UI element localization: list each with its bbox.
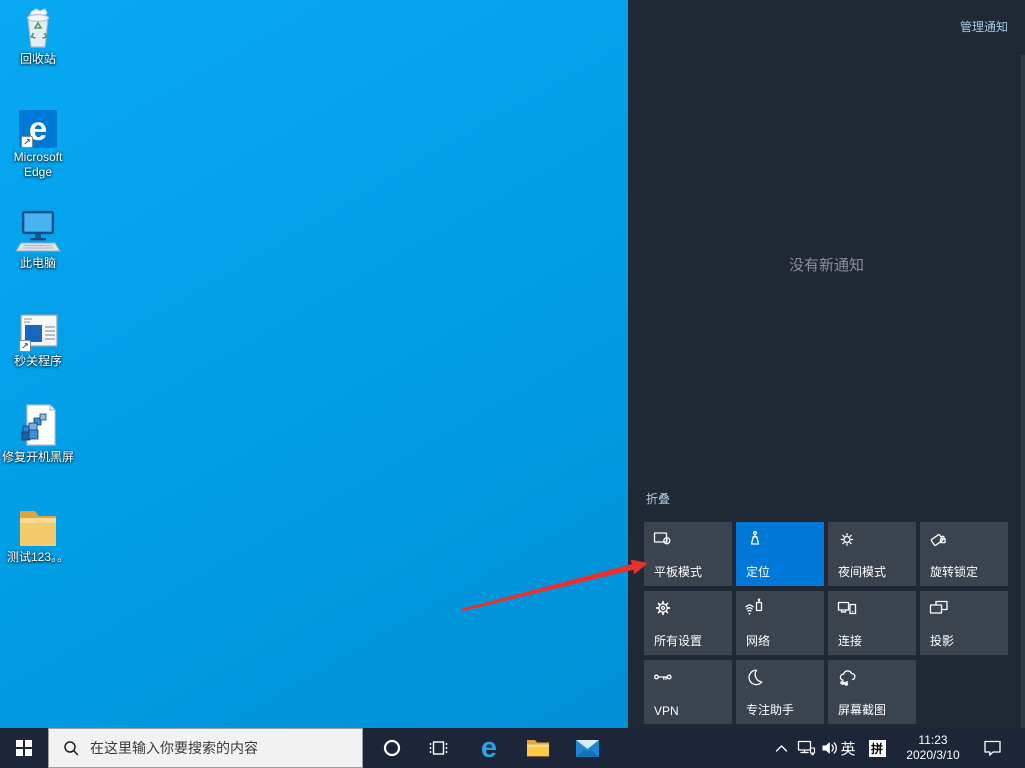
tray-expand-button[interactable] xyxy=(770,728,792,768)
project-icon xyxy=(929,598,949,623)
app-window-icon: ↗ xyxy=(17,306,59,352)
mail-icon xyxy=(576,740,599,757)
clock-time: 11:23 xyxy=(918,733,947,748)
clock[interactable]: 11:23 2020/3/10 xyxy=(894,728,972,768)
network-icon xyxy=(745,598,765,623)
shortcut-arrow-icon: ↗ xyxy=(19,340,31,352)
quick-action-label: 夜间模式 xyxy=(838,563,886,580)
desktop-icon-folder[interactable]: 测试123。。 xyxy=(0,502,76,565)
manage-notifications-link[interactable]: 管理通知 xyxy=(960,18,1008,35)
collapse-link[interactable]: 折叠 xyxy=(646,490,670,507)
desktop-icon-registry-file[interactable]: 修复开机黑屏 xyxy=(0,402,76,465)
quick-action-label: 网络 xyxy=(746,632,770,649)
desktop-icon-label: 测试123。。 xyxy=(7,550,69,565)
file-explorer-button[interactable] xyxy=(516,728,560,768)
quick-action-label: 专注助手 xyxy=(746,701,794,718)
edge-icon: e ↗ xyxy=(19,102,57,148)
quick-action-network[interactable]: 网络 xyxy=(736,591,824,655)
quick-action-night-light[interactable]: 夜间模式 xyxy=(828,522,916,586)
screen-snip-icon xyxy=(837,667,857,692)
start-button[interactable] xyxy=(0,728,48,768)
tablet-mode-icon xyxy=(653,529,673,554)
quick-action-connect[interactable]: 连接 xyxy=(828,591,916,655)
quick-action-label: 投影 xyxy=(930,632,954,649)
desktop-icon-label: 修复开机黑屏 xyxy=(2,450,74,465)
annotation-arrow xyxy=(430,545,660,625)
ime-language-button[interactable]: 英 xyxy=(836,728,860,768)
vpn-icon xyxy=(653,667,673,692)
quick-action-label: 定位 xyxy=(746,563,770,580)
mail-button[interactable] xyxy=(565,728,609,768)
cortana-button[interactable] xyxy=(371,728,413,768)
settings-icon xyxy=(653,598,673,623)
chevron-up-icon xyxy=(775,744,788,753)
quick-action-label: 旋转锁定 xyxy=(930,563,978,580)
search-icon xyxy=(63,740,80,757)
search-input[interactable] xyxy=(90,740,340,756)
rotation-lock-icon xyxy=(929,529,949,554)
quick-action-rotation-lock[interactable]: 旋转锁定 xyxy=(920,522,1008,586)
task-view-button[interactable] xyxy=(418,728,460,768)
connect-icon xyxy=(837,598,857,623)
quick-action-screen-snip[interactable]: 屏幕截图 xyxy=(828,660,916,724)
no-notifications-text: 没有新通知 xyxy=(628,254,1025,275)
desktop-icon-label: Microsoft Edge xyxy=(0,150,76,180)
quick-action-all-settings[interactable]: 所有设置 xyxy=(644,591,732,655)
taskbar-search[interactable] xyxy=(48,728,363,768)
desktop-icon-this-pc[interactable]: 此电脑 xyxy=(0,208,76,271)
cortana-icon xyxy=(382,738,402,758)
desktop: 回收站 e ↗ Microsoft Edge 此电脑 xyxy=(0,0,1025,768)
desktop-icon-label: 此电脑 xyxy=(20,256,56,271)
recycle-bin-icon xyxy=(18,4,58,50)
shortcut-arrow-icon: ↗ xyxy=(21,136,33,148)
file-explorer-icon xyxy=(526,738,550,758)
edge-taskbar-button[interactable]: e xyxy=(467,728,511,768)
network-status-icon xyxy=(797,740,816,756)
quick-action-tablet-mode[interactable]: 平板模式 xyxy=(644,522,732,586)
quick-action-label: VPN xyxy=(654,704,679,718)
desktop-icon-label: 秒关程序 xyxy=(14,354,62,369)
desktop-icon-label: 回收站 xyxy=(20,52,56,67)
desktop-icon-recycle-bin[interactable]: 回收站 xyxy=(0,4,76,67)
quick-action-location[interactable]: 定位 xyxy=(736,522,824,586)
desktop-icon-microsoft-edge[interactable]: e ↗ Microsoft Edge xyxy=(0,102,76,180)
windows-logo-icon xyxy=(16,740,32,756)
quick-action-label: 所有设置 xyxy=(654,632,702,649)
quick-action-label: 屏幕截图 xyxy=(838,701,886,718)
tray-network-button[interactable] xyxy=(794,728,818,768)
location-icon xyxy=(745,529,765,554)
focus-assist-icon xyxy=(745,667,765,692)
quick-actions-grid: 平板模式 定位 夜间模式 xyxy=(644,522,1008,724)
quick-action-project[interactable]: 投影 xyxy=(920,591,1008,655)
taskbar: e xyxy=(0,728,1025,768)
quick-action-label: 连接 xyxy=(838,632,862,649)
this-pc-icon xyxy=(15,208,61,254)
quick-action-label: 平板模式 xyxy=(654,563,702,580)
quick-action-focus-assist[interactable]: 专注助手 xyxy=(736,660,824,724)
night-light-icon xyxy=(837,529,857,554)
action-center-icon xyxy=(983,739,1003,758)
action-center-panel: 管理通知 没有新通知 折叠 平板模式 定位 xyxy=(628,0,1025,728)
clock-date: 2020/3/10 xyxy=(906,748,959,763)
ime-mode-button[interactable]: 拼 xyxy=(864,728,890,768)
ime-mode-indicator: 拼 xyxy=(869,740,886,757)
task-view-icon xyxy=(429,738,449,758)
desktop-icon-app[interactable]: ↗ 秒关程序 xyxy=(0,306,76,369)
action-center-button[interactable] xyxy=(970,728,1016,768)
ime-language-label: 英 xyxy=(840,738,855,759)
quick-action-vpn[interactable]: VPN xyxy=(644,660,732,724)
panel-scrollbar[interactable] xyxy=(1021,55,1025,728)
edge-icon: e xyxy=(481,734,497,763)
registry-file-icon xyxy=(17,402,59,448)
folder-icon xyxy=(16,502,60,548)
